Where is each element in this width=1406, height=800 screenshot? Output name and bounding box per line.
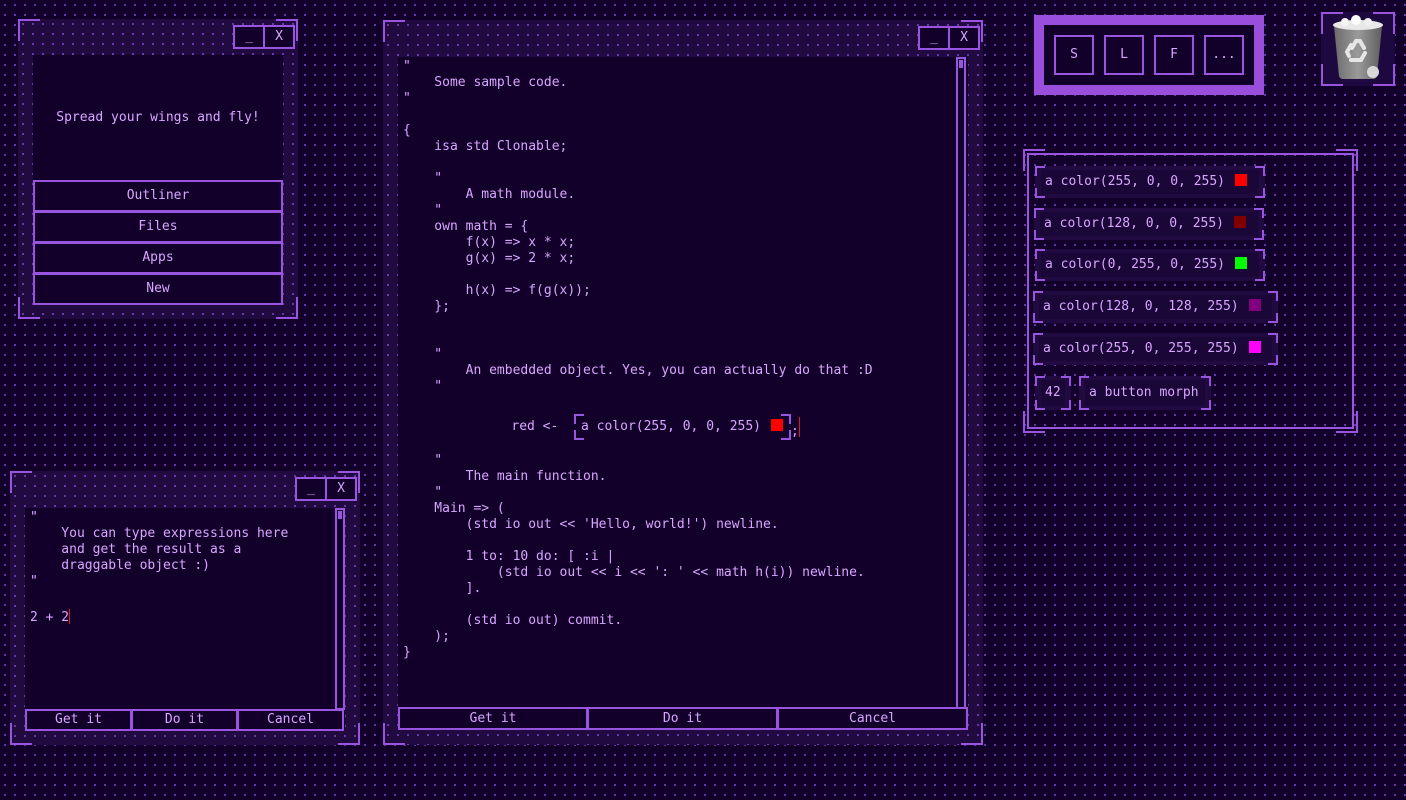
repl-window[interactable]: _ X " You can type expressions here and … bbox=[10, 471, 360, 745]
close-button[interactable]: X bbox=[325, 477, 357, 501]
color-object[interactable]: a color(255, 0, 0, 255) bbox=[1035, 166, 1265, 198]
get-it-button[interactable]: Get it bbox=[25, 709, 132, 731]
color-swatch bbox=[1234, 216, 1247, 228]
code-editor-window[interactable]: _ X " Some sample code. " { isa std Clon… bbox=[383, 20, 983, 745]
repl-scrollbar[interactable] bbox=[335, 508, 345, 710]
color-object-label: a color(128, 0, 128, 255) bbox=[1043, 299, 1239, 314]
menu-item-files[interactable]: Files bbox=[33, 211, 283, 243]
color-object[interactable]: a color(0, 255, 0, 255) bbox=[1035, 249, 1265, 281]
code-text-top: " Some sample code. " { isa std Clonable… bbox=[403, 59, 873, 394]
launcher-content: Spread your wings and fly! Outliner File… bbox=[33, 55, 283, 305]
scrollbar-thumb[interactable] bbox=[959, 60, 963, 68]
code-scrollbar[interactable] bbox=[956, 57, 966, 709]
do-it-button[interactable]: Do it bbox=[131, 709, 238, 731]
minimize-button[interactable]: _ bbox=[233, 25, 265, 49]
button-morph-label: a button morph bbox=[1089, 385, 1199, 400]
cancel-button[interactable]: Cancel bbox=[237, 709, 344, 731]
color-object[interactable]: a color(255, 0, 255, 255) bbox=[1033, 333, 1278, 365]
recycle-bin-icon bbox=[1333, 15, 1383, 79]
do-it-button[interactable]: Do it bbox=[587, 707, 778, 730]
dock: S L F ... bbox=[1034, 15, 1264, 95]
color-object[interactable]: a color(128, 0, 128, 255) bbox=[1033, 291, 1278, 323]
button-morph-object[interactable]: a button morph bbox=[1079, 376, 1211, 410]
code-editor[interactable]: " Some sample code. " { isa std Clonable… bbox=[398, 57, 968, 727]
slogan-text: Spread your wings and fly! bbox=[56, 110, 260, 125]
number-object[interactable]: 42 bbox=[1035, 376, 1071, 410]
dock-button-l[interactable]: L bbox=[1104, 35, 1144, 75]
menu-item-outliner[interactable]: Outliner bbox=[33, 180, 283, 212]
window-corner bbox=[383, 20, 405, 42]
close-button[interactable]: X bbox=[263, 25, 295, 49]
window-corner bbox=[18, 19, 40, 41]
dock-button-more[interactable]: ... bbox=[1204, 35, 1244, 75]
text-cursor bbox=[798, 417, 800, 437]
color-swatch bbox=[1235, 174, 1248, 186]
dock-button-s[interactable]: S bbox=[1054, 35, 1094, 75]
number-value: 42 bbox=[1045, 385, 1061, 400]
code-text-assign: red <- bbox=[480, 419, 574, 434]
menu-item-new[interactable]: New bbox=[33, 273, 283, 305]
repl-comment-text: " You can type expressions here and get … bbox=[30, 510, 289, 589]
window-corner bbox=[10, 471, 32, 493]
color-swatch bbox=[1235, 257, 1248, 269]
minimize-button[interactable]: _ bbox=[918, 26, 950, 50]
repl-editor[interactable]: " You can type expressions here and get … bbox=[25, 508, 345, 730]
color-object-label: a color(255, 0, 0, 255) bbox=[1045, 174, 1226, 189]
trash-bin[interactable] bbox=[1321, 12, 1395, 86]
cancel-button[interactable]: Cancel bbox=[777, 707, 968, 730]
embedded-color-object[interactable]: a color(255, 0, 0, 255) bbox=[573, 414, 791, 440]
color-object-label: a color(255, 0, 255, 255) bbox=[1043, 341, 1239, 356]
scrollbar-thumb[interactable] bbox=[338, 511, 342, 519]
embedded-color-label: a color(255, 0, 0, 255) bbox=[580, 419, 761, 434]
repl-input-line[interactable]: 2 + 2 bbox=[30, 610, 69, 626]
color-object[interactable]: a color(128, 0, 0, 255) bbox=[1034, 208, 1264, 240]
color-object-label: a color(0, 255, 0, 255) bbox=[1045, 257, 1226, 272]
text-cursor bbox=[69, 609, 71, 624]
dock-button-f[interactable]: F bbox=[1154, 35, 1194, 75]
minimize-button[interactable]: _ bbox=[295, 477, 327, 501]
menu-item-apps[interactable]: Apps bbox=[33, 242, 283, 274]
code-text-bottom: " The main function. " Main => ( (std io… bbox=[403, 453, 865, 660]
code-text-semicolon: ; bbox=[791, 424, 799, 439]
color-swatch bbox=[1248, 299, 1261, 311]
color-swatch bbox=[1248, 341, 1261, 353]
color-object-label: a color(128, 0, 0, 255) bbox=[1044, 216, 1225, 231]
close-button[interactable]: X bbox=[948, 26, 980, 50]
get-it-button[interactable]: Get it bbox=[398, 707, 588, 730]
launcher-window[interactable]: _ X Spread your wings and fly! Outliner … bbox=[18, 19, 298, 319]
object-tray[interactable]: a color(255, 0, 0, 255) a color(128, 0, … bbox=[1023, 149, 1358, 433]
